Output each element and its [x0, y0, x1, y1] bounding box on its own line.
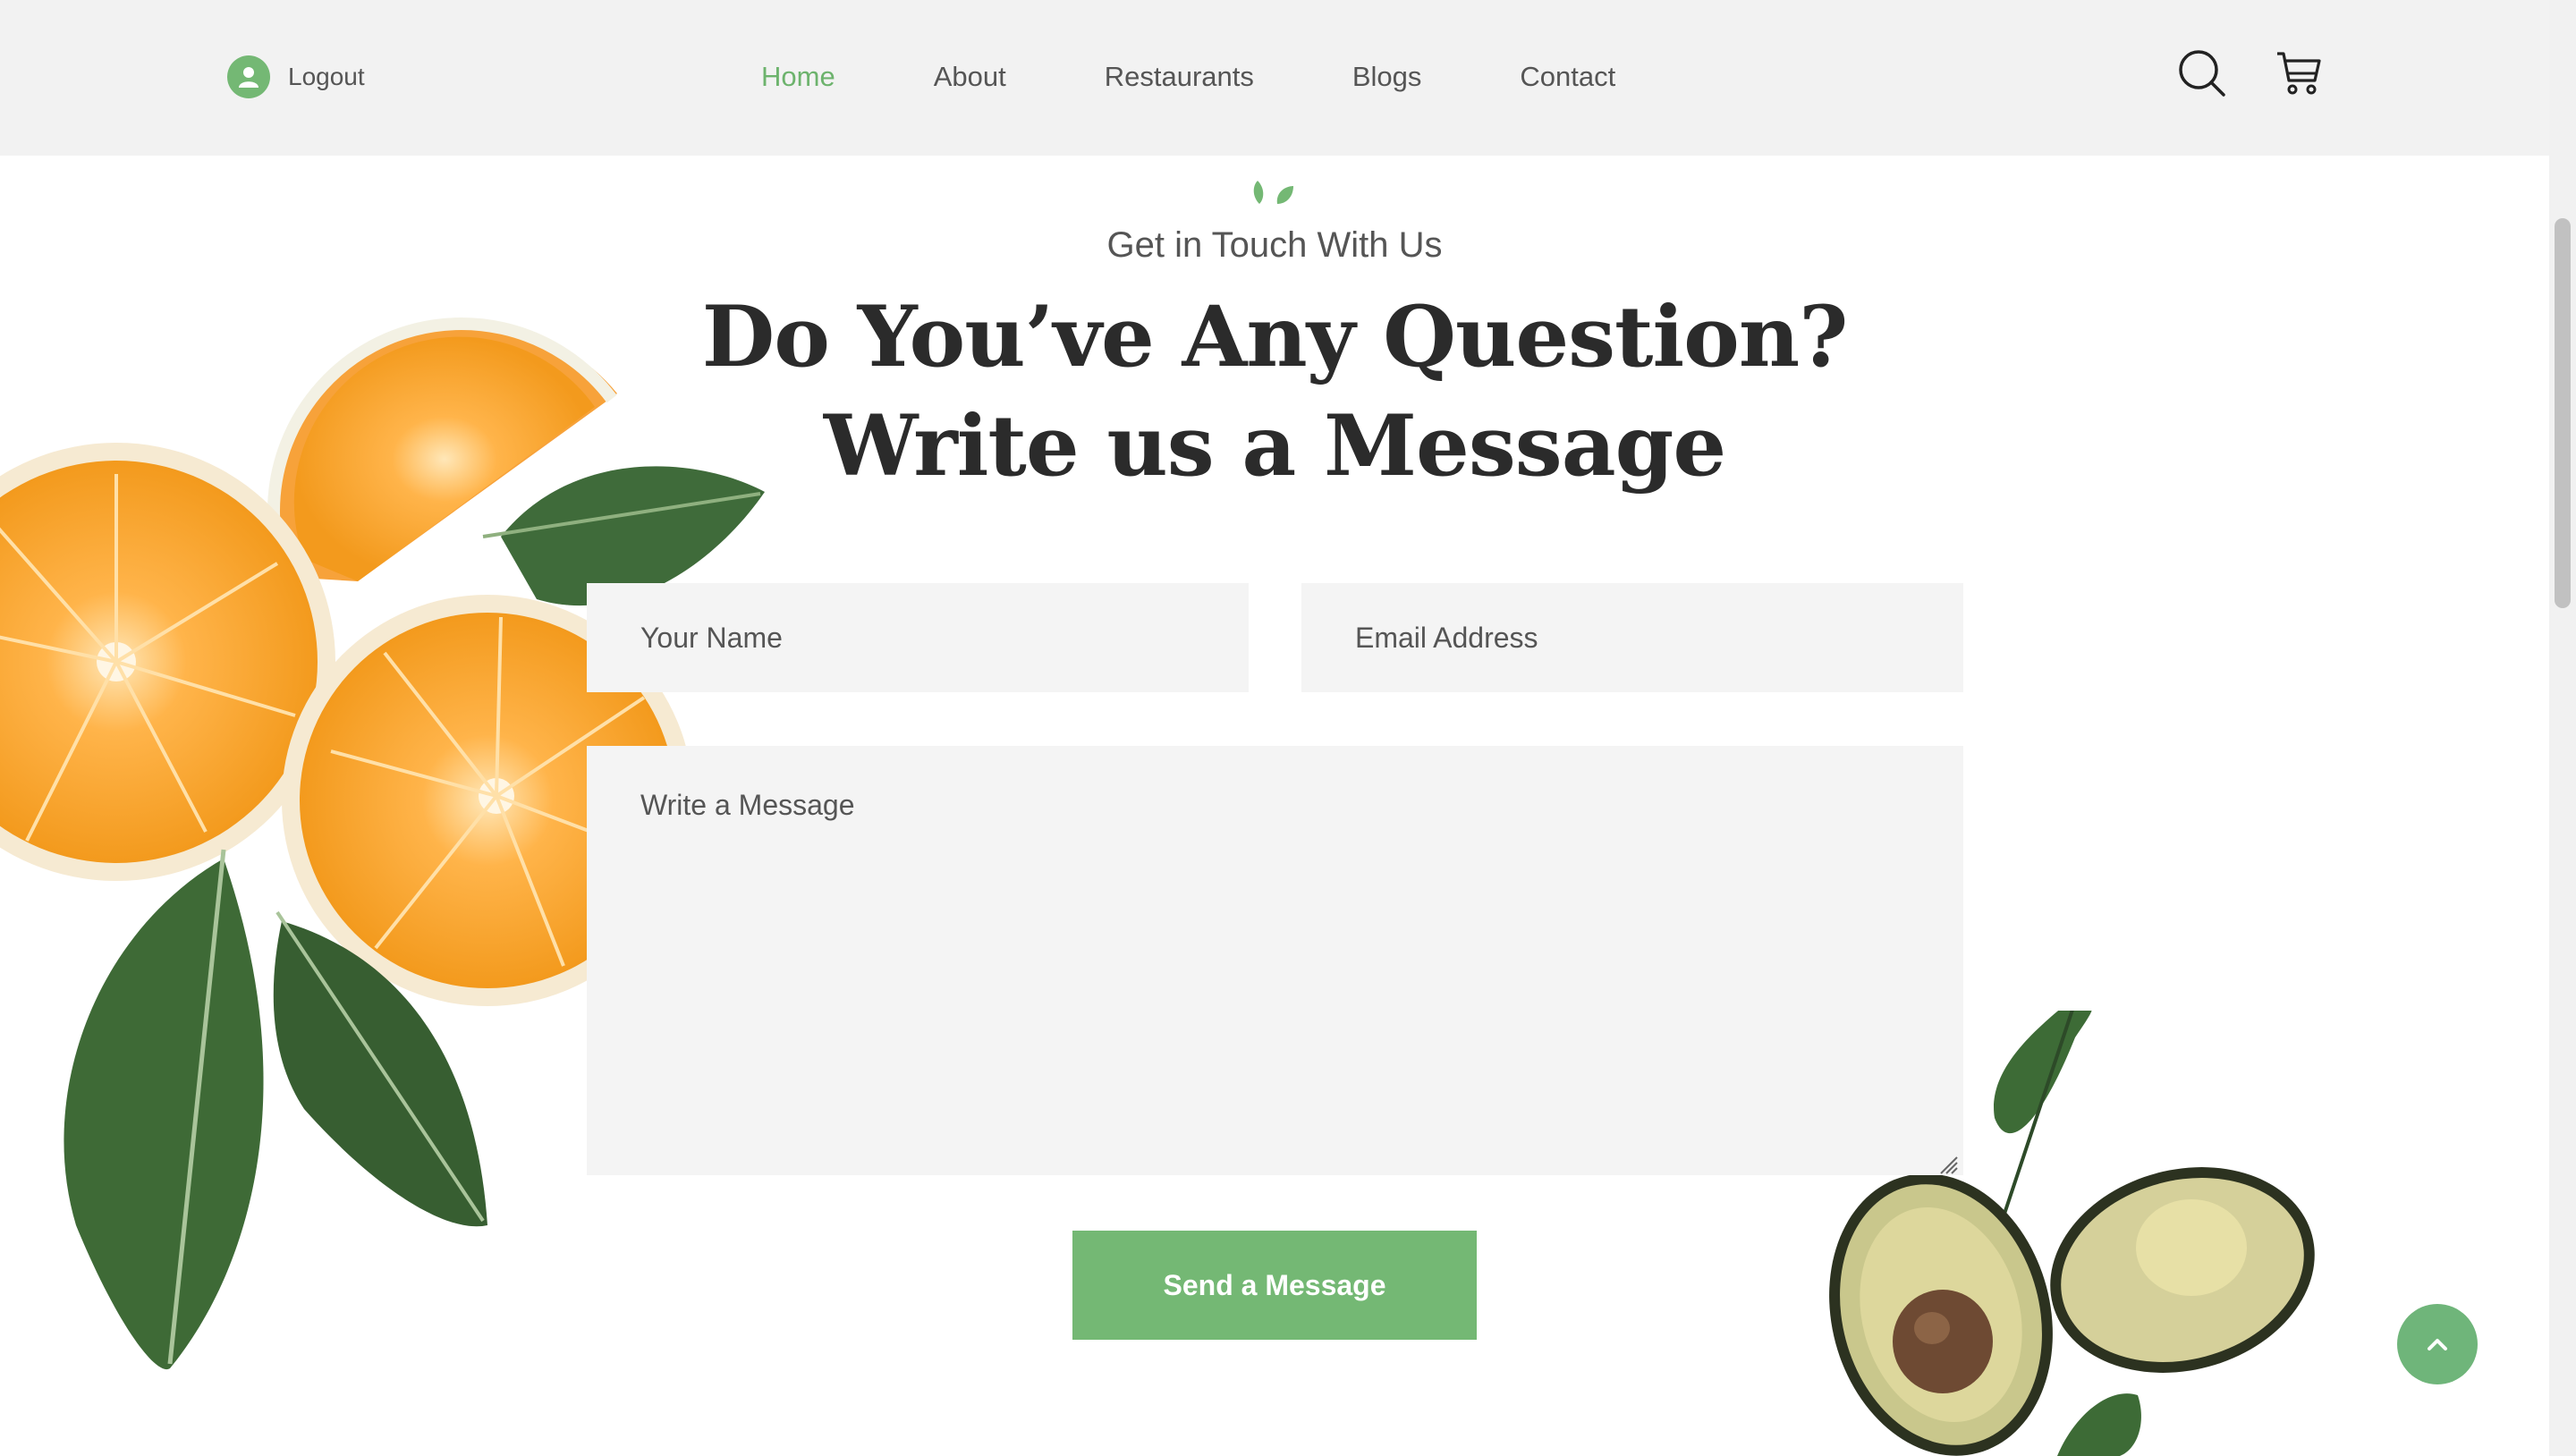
search-icon[interactable] — [2177, 48, 2227, 98]
title-line-2: Write us a Message — [823, 397, 1726, 495]
nav-blogs[interactable]: Blogs — [1352, 61, 1422, 93]
cart-icon[interactable] — [2275, 48, 2322, 98]
textarea-resize-handle[interactable] — [1937, 1154, 1959, 1175]
leaf-mark-icon — [1253, 181, 1293, 204]
main-nav: Home About Restaurants Blogs Contact — [761, 57, 1615, 97]
email-input[interactable] — [1301, 583, 1963, 692]
message-textarea[interactable] — [587, 746, 1963, 1175]
nav-contact[interactable]: Contact — [1520, 61, 1615, 93]
section-subtitle: Get in Touch With Us — [1106, 225, 1443, 265]
title-line-1: Do You’ve Any Question? — [701, 288, 1849, 386]
logout-link[interactable]: Logout — [227, 55, 365, 98]
nav-home[interactable]: Home — [761, 61, 835, 93]
logout-label: Logout — [288, 63, 365, 90]
chevron-up-icon — [2428, 1339, 2447, 1350]
nav-restaurants[interactable]: Restaurants — [1105, 61, 1254, 93]
scrollbar-thumb[interactable] — [2555, 218, 2571, 608]
page-title: Do You’ve Any Question? Write us a Messa… — [0, 283, 2549, 501]
nav-about[interactable]: About — [934, 61, 1006, 93]
site-header: Logout Home About Restaurants Blogs Cont… — [0, 0, 2549, 156]
back-to-top-button[interactable] — [2397, 1304, 2478, 1384]
send-message-button[interactable]: Send a Message — [1072, 1231, 1477, 1340]
name-input[interactable] — [587, 583, 1249, 692]
user-icon — [227, 55, 270, 98]
page-scrollbar[interactable] — [2549, 0, 2576, 1456]
